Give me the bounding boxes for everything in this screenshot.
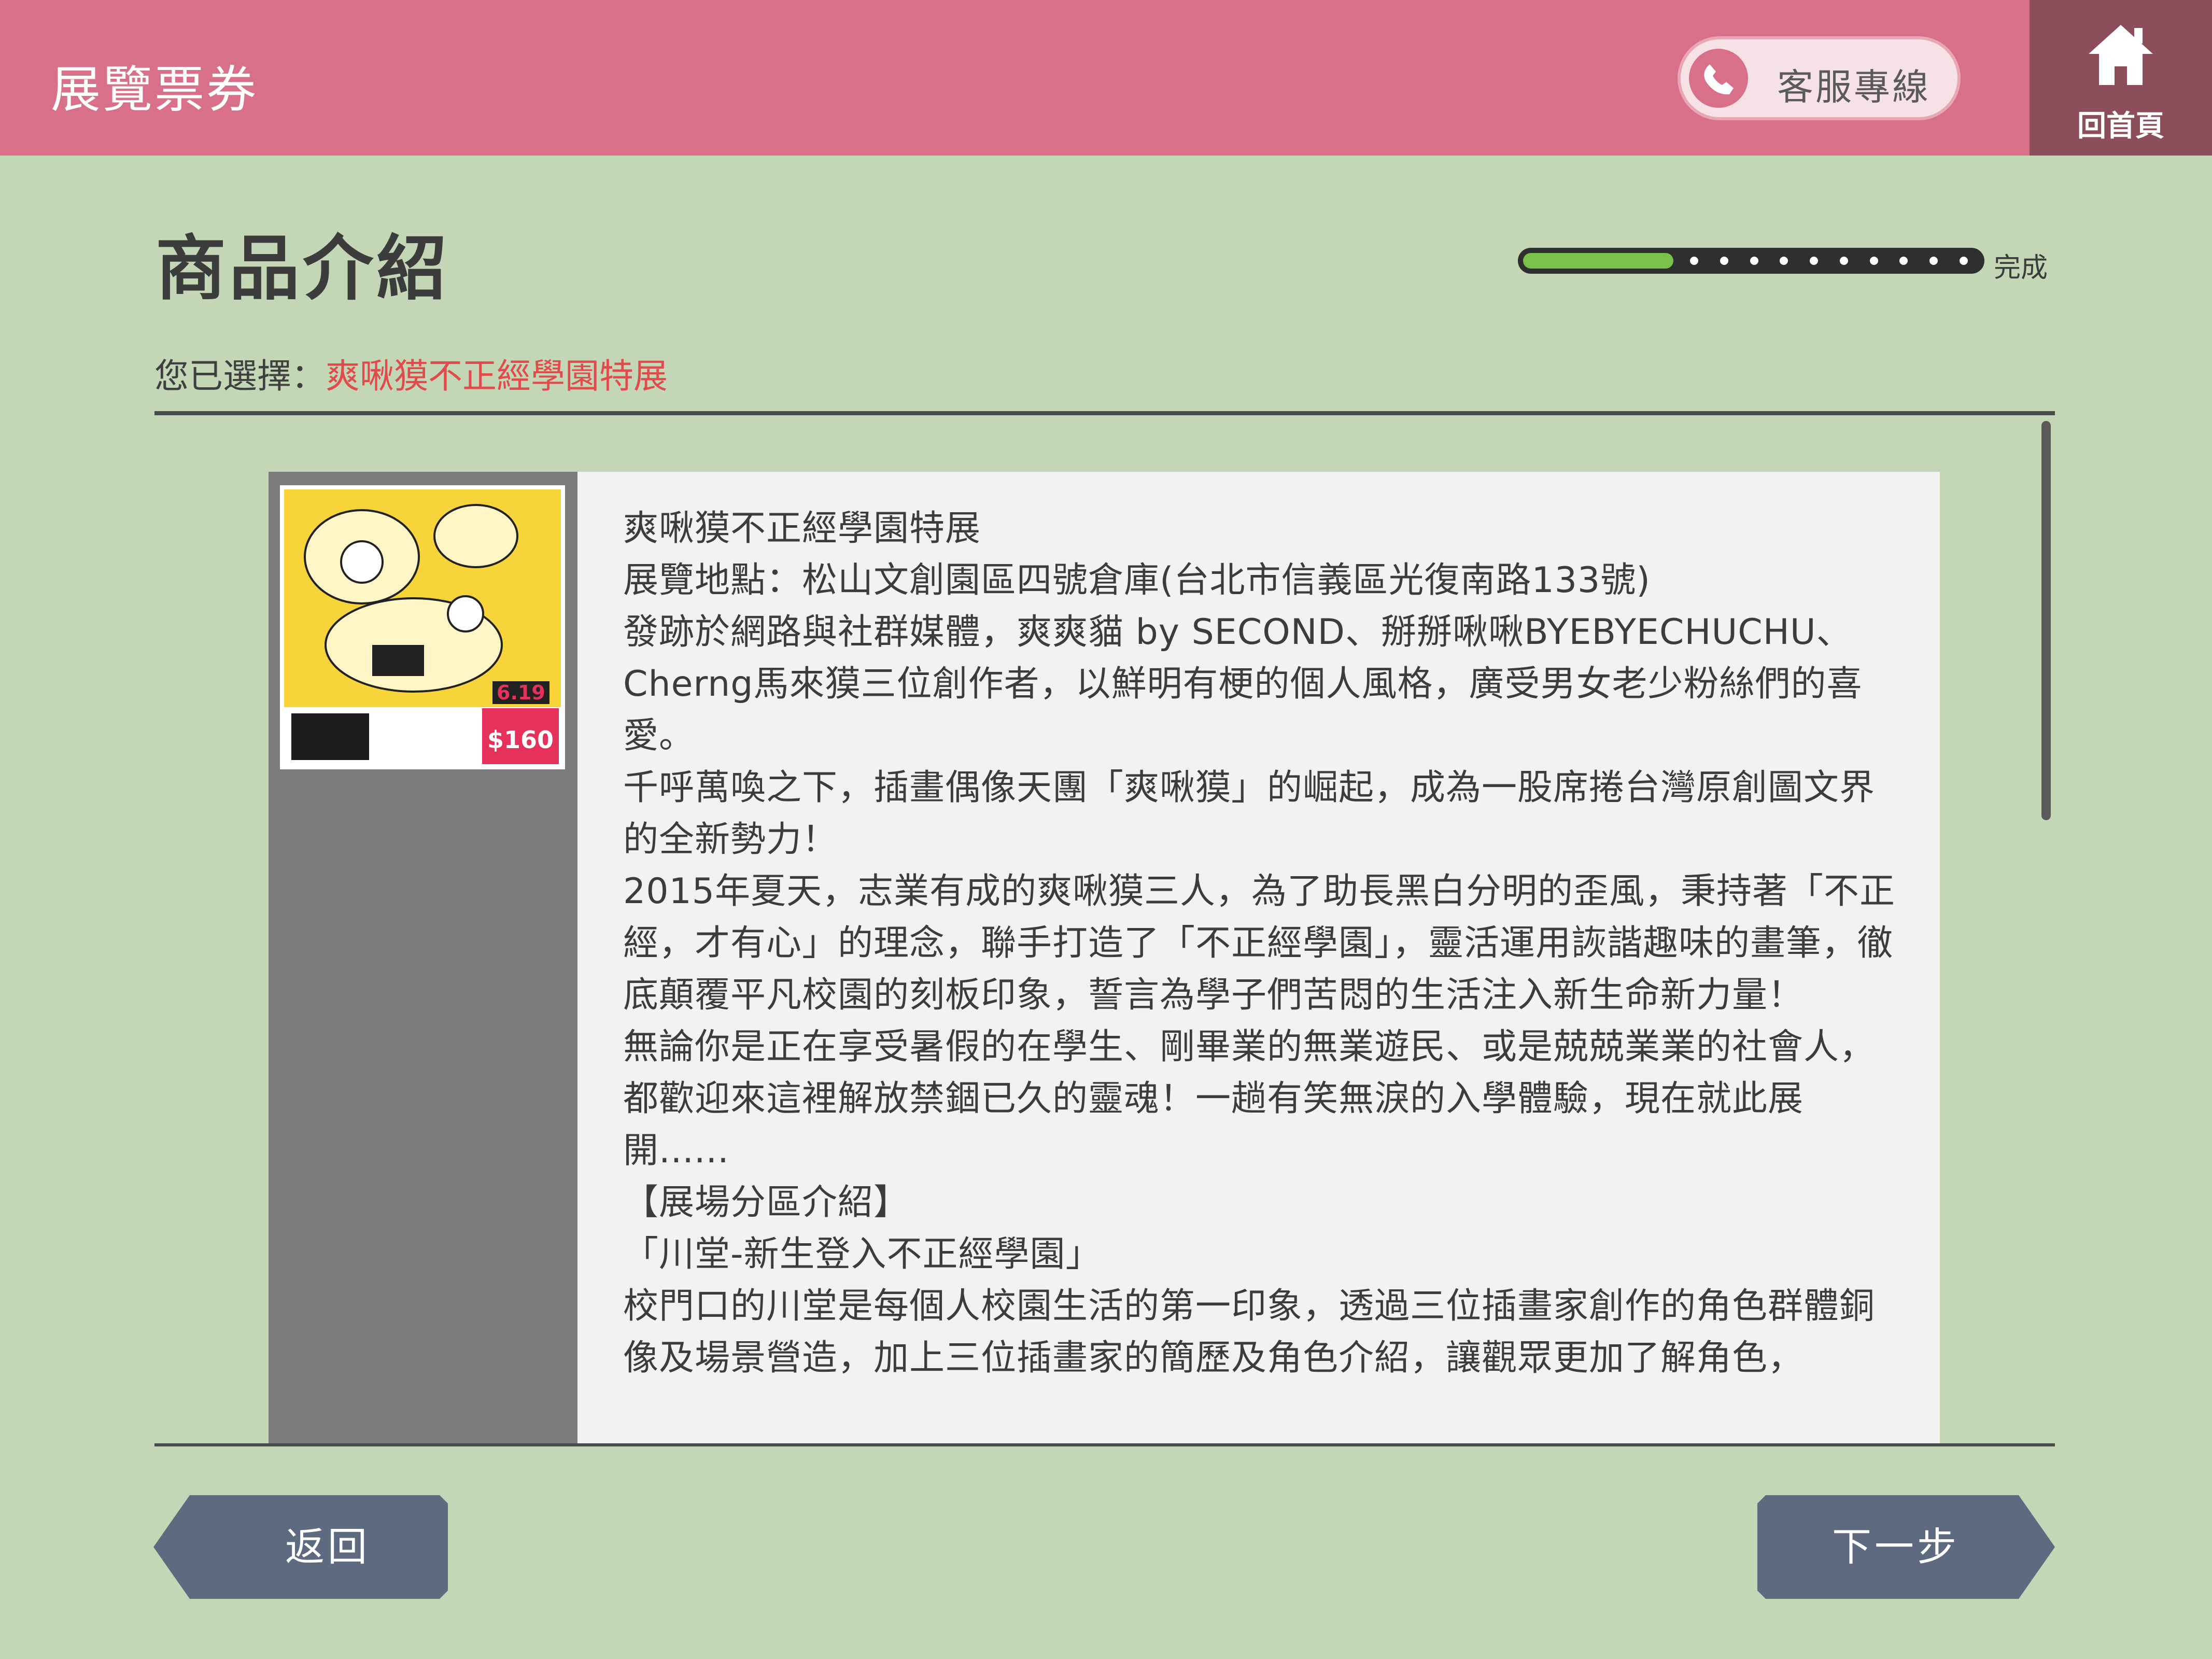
- hotline-label: 客服專線: [1777, 66, 1931, 108]
- description-paragraph: 「川堂-新生登入不正經學園」: [623, 1234, 1102, 1275]
- progress-step-dot: [1899, 257, 1908, 265]
- home-label: 回首頁: [2077, 109, 2164, 143]
- poster-price-text: $160: [487, 726, 554, 754]
- content-divider-top: [154, 411, 2055, 415]
- page-title: 商品介紹: [156, 228, 450, 310]
- progress-fill: [1523, 253, 1673, 269]
- back-button-label: 返回: [285, 1524, 370, 1570]
- next-step-button[interactable]: 下一步: [1757, 1495, 2055, 1599]
- description-paragraph: 展覽地點：松山文創園區四號倉庫(台北市信義區光復南路133號): [623, 560, 1651, 601]
- description-paragraph: 千呼萬喚之下，插畫偶像天團「爽啾獏」的崛起，成為一股席捲台灣原創圖文界的全新勢力…: [623, 767, 1876, 860]
- progress-step-dot: [1750, 257, 1758, 265]
- progress-step-dot: [1960, 257, 1968, 265]
- progress-step-dot: [1780, 257, 1788, 265]
- progress-bar: [1518, 248, 1984, 274]
- description-paragraph: 發跡於網路與社群媒體，爽爽貓 by SECOND、掰掰啾啾BYEBYECHUCH…: [623, 612, 1863, 756]
- home-button[interactable]: 回首頁: [2030, 0, 2212, 156]
- description-scrollbar[interactable]: [2041, 421, 2051, 820]
- product-description: 爽啾獏不正經學園特展 展覽地點：松山文創園區四號倉庫(台北市信義區光復南路133…: [623, 503, 1898, 1384]
- poster-price-tag: $160: [482, 708, 559, 764]
- poster-date: 6.19: [492, 681, 550, 704]
- description-paragraph: 爽啾獏不正經學園特展: [623, 508, 981, 549]
- back-button[interactable]: 返回: [153, 1495, 448, 1599]
- product-poster-image: $160 6.19: [280, 485, 565, 769]
- home-icon: [2087, 21, 2155, 89]
- description-paragraph: 2015年夏天，志業有成的爽啾獏三人，為了助長黑白分明的歪風，秉持著「不正經，才…: [623, 871, 1896, 1016]
- description-paragraph: 校門口的川堂是每個人校園生活的第一印象，透過三位插畫家創作的角色群體銅像及場景營…: [623, 1286, 1876, 1379]
- poster-logo: [291, 713, 369, 760]
- top-header-bar: 展覽票券 客服專線 回首頁: [0, 0, 2212, 156]
- progress-step-dot: [1840, 257, 1848, 265]
- progress-label: 完成: [1994, 252, 2048, 284]
- next-button-label: 下一步: [1832, 1524, 1960, 1570]
- poster-illustration: [284, 489, 561, 707]
- progress-step-dot: [1929, 257, 1938, 265]
- content-divider-bottom: [154, 1443, 2055, 1446]
- description-paragraph: 【展場分區介紹】: [623, 1182, 910, 1223]
- selected-product-line: 您已選擇：爽啾獏不正經學園特展: [154, 348, 668, 398]
- header-title: 展覽票券: [51, 61, 258, 119]
- phone-icon: [1689, 49, 1748, 108]
- progress-step-dot: [1720, 257, 1728, 265]
- selected-prefix: 您已選擇：: [154, 356, 326, 396]
- description-paragraph: 無論你是正在享受暑假的在學生、剛畢業的無業遊民、或是兢兢業業的社會人，都歡迎來這…: [623, 1027, 1876, 1171]
- product-description-panel[interactable]: 爽啾獏不正經學園特展 展覽地點：松山文創園區四號倉庫(台北市信義區光復南路133…: [577, 472, 1940, 1443]
- progress-step-dot: [1870, 257, 1878, 265]
- customer-service-hotline-button[interactable]: 客服專線: [1678, 36, 1961, 120]
- progress-step-dot: [1690, 257, 1698, 265]
- progress-step-dot: [1810, 257, 1818, 265]
- selected-product-name: 爽啾獏不正經學園特展: [326, 356, 668, 396]
